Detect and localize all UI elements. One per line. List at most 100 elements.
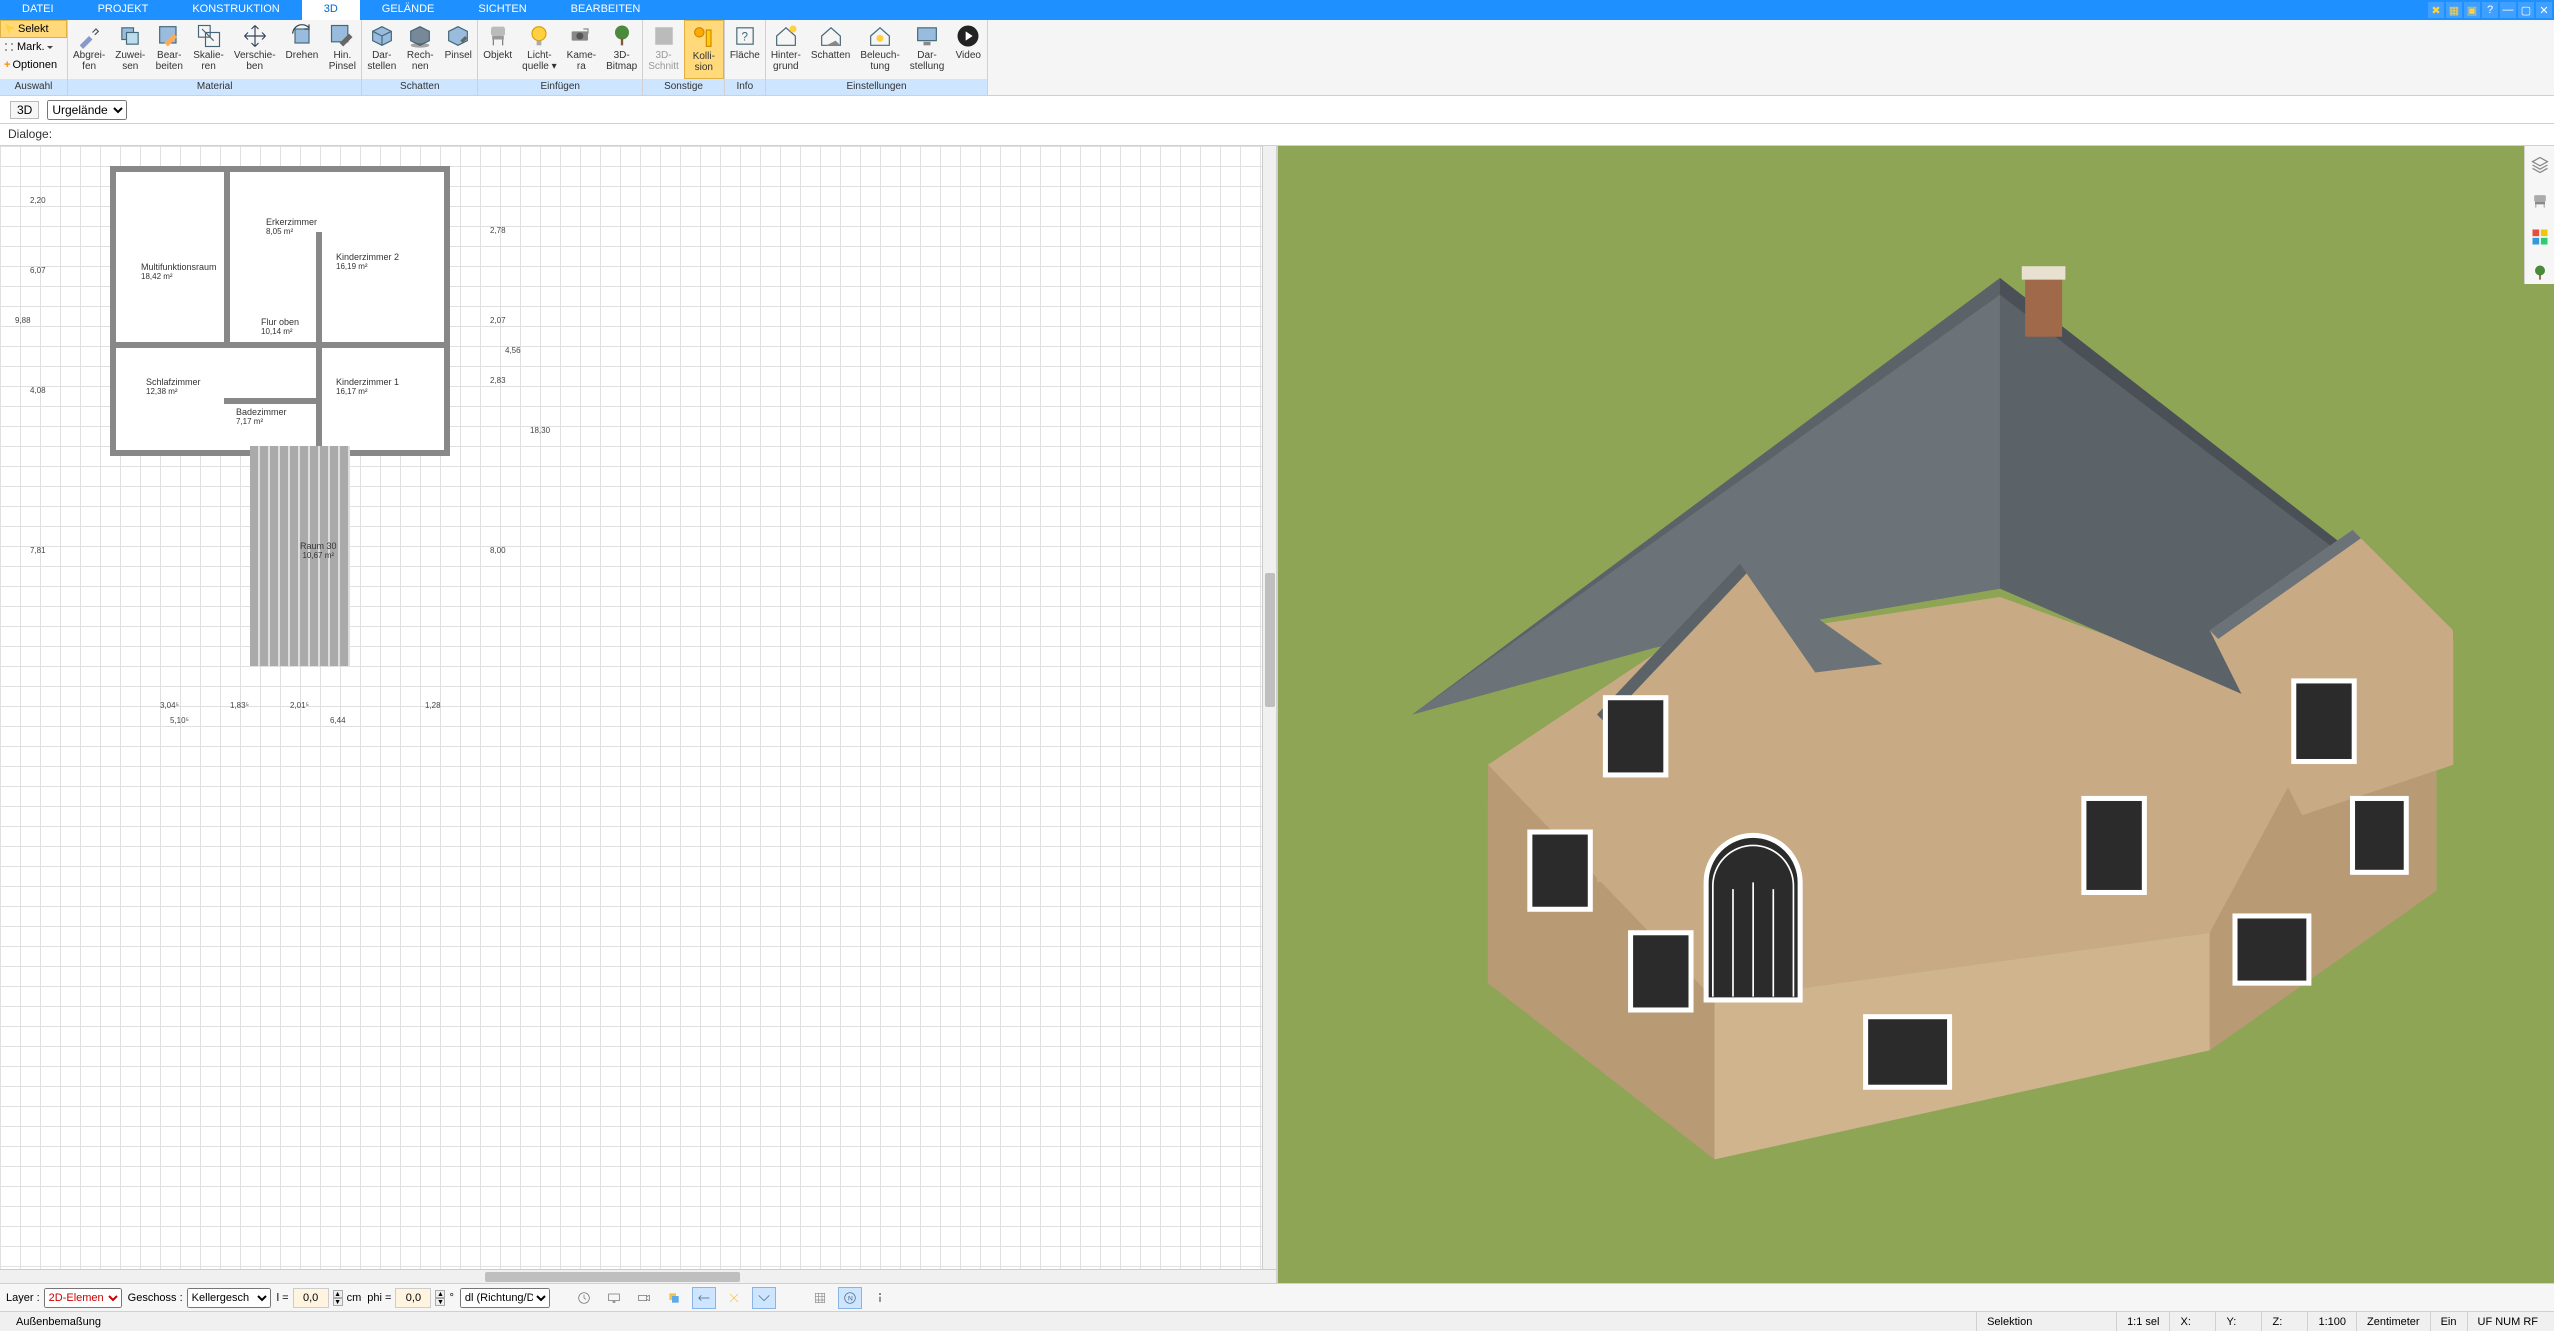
menu-tab-projekt[interactable]: PROJEKT [76,0,171,20]
menu-tab-konstruktion[interactable]: KONSTRUKTION [170,0,301,20]
ribbon-group-info: ? Fläche Info [725,20,766,95]
layer-select[interactable]: 2D-Elemen [44,1288,122,1308]
room-label: Flur oben10,14 m² [261,317,299,336]
room-label: Multifunktionsraum18,42 m² [141,262,217,281]
length-spinner[interactable]: ▲▼ [333,1290,343,1306]
insert-3d-bitmap-button[interactable]: 3D-Bitmap [601,20,642,79]
house-light-icon [866,24,894,48]
tool-icon[interactable]: ✖ [2428,2,2444,18]
video-button[interactable]: Video [949,20,987,79]
material-scale-button[interactable]: Skalie-ren [188,20,229,79]
menu-tab-sichten[interactable]: SICHTEN [456,0,548,20]
help-icon[interactable]: ? [2482,2,2498,18]
group-label-schatten: Schatten [362,79,477,95]
collision-button[interactable]: Kolli-sion [684,20,724,79]
mark-tool[interactable]: Mark. [0,38,67,56]
ribbon-group-einfuegen: Objekt Licht-quelle ▾ Kame-ra 3D-Bitmap … [478,20,643,95]
north-button[interactable]: N [838,1287,862,1309]
ribbon-group-material: Abgrei-fen Zuwei-sen Bear-beiten Skalie-… [68,20,362,95]
floor-label: Geschoss : [128,1292,183,1304]
tree-object-button[interactable] [2529,262,2551,284]
monitor-icon [913,24,941,48]
minimize-button[interactable]: — [2500,2,2516,18]
ribbon: Selekt Mark. +Optionen Auswahl Abgrei-fe… [0,20,2554,96]
material-pick-button[interactable]: Abgrei-fen [68,20,110,79]
layers-button[interactable] [2529,154,2551,176]
select-tool[interactable]: Selekt [0,20,67,38]
lighting-button[interactable]: Beleuch-tung [855,20,904,79]
grid-toggle-button[interactable] [808,1287,832,1309]
shadow-show-button[interactable]: Dar-stellen [362,20,401,79]
view-2d[interactable]: Erkerzimmer8,05 m²Kinderzimmer 216,19 m²… [0,146,1278,1283]
scrollbar-vertical[interactable] [1262,146,1276,1269]
window-icon[interactable]: ▣ [2464,2,2480,18]
length-input[interactable] [293,1288,329,1308]
dim-label: 2,78 [490,226,506,235]
floor-select[interactable]: Kellergesch [187,1288,271,1308]
insert-camera-button[interactable]: Kame-ra [562,20,601,79]
phi-input[interactable] [395,1288,431,1308]
material-assign-button[interactable]: Zuwei-sen [110,20,150,79]
furniture-button[interactable] [2529,190,2551,212]
menu-tab-datei[interactable]: DATEI [0,0,76,20]
window-buttons: ✖ ▦ ▣ ? — ▢ ✕ [2428,0,2554,20]
brush-bg-icon [328,24,356,48]
floorplan: Erkerzimmer8,05 m²Kinderzimmer 216,19 m²… [110,166,450,456]
copy-button[interactable] [662,1287,686,1309]
background-button[interactable]: Hinter-grund [766,20,806,79]
dl-select[interactable]: dl (Richtung/Di [460,1288,550,1308]
status-y: Y: [2216,1312,2262,1331]
house-shadow-icon [817,24,845,48]
material-bg-brush-button[interactable]: Hin.Pinsel [323,20,361,79]
clock-button[interactable] [572,1287,596,1309]
material-rotate-button[interactable]: Drehen [281,20,324,79]
maximize-button[interactable]: ▢ [2518,2,2534,18]
edit-material-icon [155,24,183,48]
terrain-select[interactable]: Urgelände [47,100,127,120]
material-move-button[interactable]: Verschie-ben [229,20,281,79]
shadow-calc-button[interactable]: Rech-nen [401,20,439,79]
dim-label: 9,88 [15,316,31,325]
menu-tab-bearbeiten[interactable]: BEARBEITEN [549,0,663,20]
workspace: Erkerzimmer8,05 m²Kinderzimmer 216,19 m²… [0,146,2554,1283]
brush-icon [444,24,472,48]
menu-tab-gelaende[interactable]: GELÄNDE [360,0,457,20]
material-edit-button[interactable]: Bear-beiten [150,20,188,79]
view-3d[interactable] [1278,146,2554,1283]
scrollbar-horizontal[interactable] [0,1269,1276,1283]
chair-icon [484,24,512,48]
area-button[interactable]: ? Fläche [725,20,765,79]
insert-light-button[interactable]: Licht-quelle ▾ [517,20,562,79]
display-settings-button[interactable]: Dar-stellung [905,20,949,79]
snap1-button[interactable] [692,1287,716,1309]
status-flags: UF NUM RF [2468,1312,2549,1331]
status-on: Ein [2431,1312,2468,1331]
status-bar: Außenbemaßung Selektion 1:1 sel X: Y: Z:… [0,1311,2554,1331]
plus-icon: + [4,59,10,71]
snap3-button[interactable] [752,1287,776,1309]
phi-spinner[interactable]: ▲▼ [435,1290,445,1306]
tree-icon [608,24,636,48]
options-tool[interactable]: +Optionen [0,56,67,74]
group-label-sonstige: Sonstige [643,79,724,95]
dim-label: 7,81 [30,546,46,555]
dim-label: 2,01⁵ [290,701,309,710]
close-button[interactable]: ✕ [2536,2,2552,18]
package-icon[interactable]: ▦ [2446,2,2462,18]
area-icon: ? [731,24,759,48]
insert-object-button[interactable]: Objekt [478,20,517,79]
monitor-button[interactable] [602,1287,626,1309]
room-label: Badezimmer7,17 m² [236,407,287,426]
dim-label: 4,56 [505,346,521,355]
dim-label: 6,07 [30,266,46,275]
3d-section-button[interactable]: 3D-Schnitt [643,20,684,79]
color-palette-button[interactable] [2529,226,2551,248]
info-button[interactable] [868,1287,892,1309]
camera2-button[interactable] [632,1287,656,1309]
shadow-brush-button[interactable]: Pinsel [439,20,477,79]
play-icon [954,24,982,48]
snap2-button[interactable] [722,1287,746,1309]
menu-tab-3d[interactable]: 3D [302,0,360,20]
shadow-settings-button[interactable]: Schatten [806,20,855,79]
dim-label: 18,30 [530,426,550,435]
